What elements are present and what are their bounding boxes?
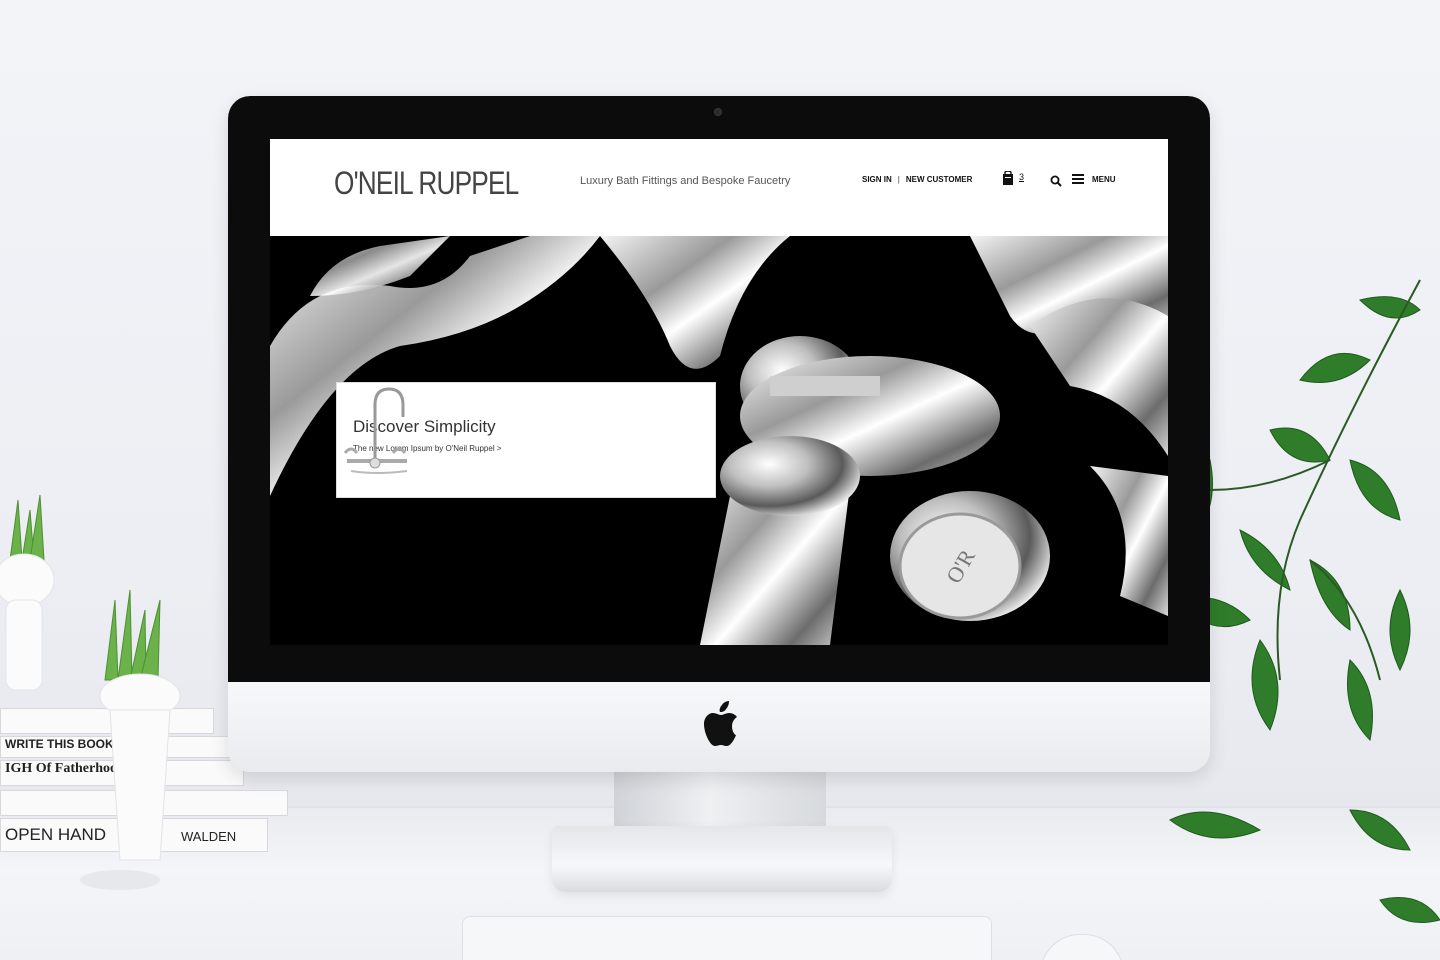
hamburger-icon: [1072, 174, 1084, 184]
cart-count: 3: [1019, 172, 1025, 182]
monitor-stand-base: [552, 826, 892, 892]
brand-logo[interactable]: O'NEIL RUPPEL: [334, 165, 519, 202]
camera-icon: [714, 108, 722, 116]
cart-button[interactable]: 3: [1002, 171, 1024, 186]
menu-button[interactable]: MENU: [1072, 174, 1116, 184]
hero-banner: O'R Discover Simplicity The new Lorem Ip…: [270, 236, 1168, 645]
promo-card[interactable]: Discover Simplicity The new Lorem Ipsum …: [336, 382, 716, 498]
keyboard: [462, 916, 992, 960]
sign-in-link[interactable]: SIGN IN: [862, 175, 892, 184]
pot-plant-decoration: [0, 494, 181, 890]
account-nav: SIGN IN | NEW CUSTOMER: [862, 175, 972, 184]
faucet-thumbnail-image: [343, 387, 408, 474]
apple-logo-icon: [704, 701, 737, 746]
menu-label: MENU: [1092, 174, 1116, 184]
nav-separator: |: [897, 175, 900, 184]
site-header: O'NEIL RUPPEL Luxury Bath Fittings and B…: [270, 139, 1168, 236]
cart-icon: [1003, 171, 1013, 185]
website-screen: O'NEIL RUPPEL Luxury Bath Fittings and B…: [270, 139, 1168, 645]
search-icon[interactable]: [1050, 175, 1062, 187]
monitor-stand-neck: [614, 770, 826, 830]
new-customer-link[interactable]: NEW CUSTOMER: [906, 175, 973, 184]
site-tagline: Luxury Bath Fittings and Bespoke Faucetr…: [580, 175, 791, 187]
